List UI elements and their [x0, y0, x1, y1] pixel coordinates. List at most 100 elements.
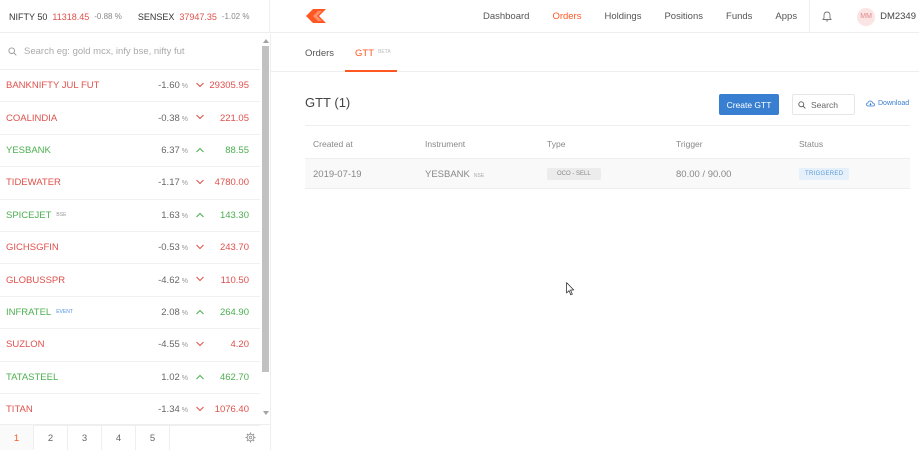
- scroll-thumb[interactable]: [262, 46, 269, 372]
- avatar[interactable]: MM: [857, 7, 876, 26]
- search-icon: [8, 47, 17, 56]
- chevron-down-icon: [196, 179, 204, 185]
- watchlist-item[interactable]: TIDEWATER -1.17% 4780.00: [0, 167, 260, 200]
- change-value: 1.63: [161, 209, 180, 221]
- change-value: -0.38: [158, 112, 180, 124]
- watchlist-item[interactable]: GICHSGFIN -0.53% 243.70: [0, 232, 260, 265]
- nav-positions[interactable]: Positions: [664, 11, 703, 22]
- symbol-label: TITAN: [6, 404, 33, 416]
- cell-created-at: 2019-07-19: [313, 169, 362, 180]
- watchlist-item[interactable]: COALINDIA -0.38% 221.05: [0, 102, 260, 135]
- watchlist-item[interactable]: INFRATEL EVENT 2.08% 264.90: [0, 297, 260, 330]
- marketwatch-sidebar: BANKNIFTY JUL FUT -1.60% 29305.95 COALINDIA…: [0, 34, 271, 450]
- watchlist-page-5[interactable]: 5: [136, 425, 170, 450]
- watchlist-symbol: INFRATEL EVENT: [6, 307, 73, 318]
- column-header-trigger[interactable]: Trigger: [676, 139, 703, 149]
- watchlist-item[interactable]: TITAN -1.34% 1076.40: [0, 394, 260, 427]
- gtt-search-input[interactable]: [811, 99, 851, 110]
- chevron-down-icon: [196, 276, 204, 282]
- watchlist-symbol: TITAN: [6, 404, 33, 415]
- last-price: 264.90: [219, 306, 249, 318]
- bell-icon[interactable]: [822, 11, 834, 23]
- chevron-down-icon: [196, 115, 204, 120]
- nav-dashboard[interactable]: Dashboard: [483, 11, 529, 22]
- column-header-type[interactable]: Type: [547, 139, 565, 149]
- watchlist-symbol: TATASTEEL: [6, 372, 58, 383]
- column-header-instrument[interactable]: Instrument: [425, 139, 465, 149]
- watchlist-symbol: SPICEJET BSE: [6, 210, 66, 221]
- index-nifty50[interactable]: NIFTY 50 11318.45 -0.88 %: [9, 12, 122, 22]
- download-link[interactable]: Download: [866, 100, 909, 107]
- percent-unit: %: [181, 180, 188, 188]
- search-input[interactable]: [24, 46, 244, 57]
- event-tag: EVENT: [56, 309, 73, 316]
- watchlist-item[interactable]: GLOBUSSPR -4.62% 110.50: [0, 264, 260, 297]
- symbol-label: COALINDIA: [6, 112, 58, 124]
- watchlist-item[interactable]: YESBANK 6.37% 88.55: [0, 135, 260, 168]
- nav-orders[interactable]: Orders: [552, 11, 581, 22]
- index-change: -0.88 %: [94, 12, 122, 21]
- main-nav: Dashboard Orders Holdings Positions Fund…: [483, 0, 919, 33]
- create-gtt-button[interactable]: Create GTT: [719, 94, 779, 115]
- change-value: -4.62: [158, 274, 180, 286]
- watchlist-item[interactable]: SPICEJET BSE 1.63% 143.30: [0, 200, 260, 232]
- nav-funds[interactable]: Funds: [726, 11, 752, 22]
- change-value: -4.55: [158, 339, 180, 351]
- exchange-tag: BSE: [56, 212, 67, 219]
- percent-unit: %: [181, 83, 188, 91]
- chevron-up-icon: [196, 374, 204, 379]
- symbol-label: INFRATEL: [6, 306, 52, 318]
- watchlist-page-2[interactable]: 2: [34, 425, 68, 450]
- watchlist-item[interactable]: SUZLON -4.55% 4.20: [0, 329, 260, 362]
- last-price: 4780.00: [214, 177, 249, 189]
- percent-unit: %: [181, 212, 188, 220]
- symbol-label: GLOBUSSPR: [6, 274, 66, 286]
- scroll-down-icon[interactable]: [263, 411, 269, 415]
- last-price: 88.55: [225, 144, 249, 156]
- gtt-table: Created at Instrument Type Trigger Statu…: [305, 125, 910, 189]
- scroll-up-icon[interactable]: [263, 39, 269, 43]
- table-row[interactable]: 2019-07-19 YESBANK NSE OCO - SELL 80.00 /…: [305, 159, 910, 189]
- table-header: Created at Instrument Type Trigger Statu…: [305, 125, 910, 159]
- column-header-status[interactable]: Status: [799, 139, 823, 149]
- nav-divider: [809, 0, 811, 33]
- tab-orders[interactable]: Orders: [305, 48, 334, 59]
- tab-gtt[interactable]: GTT BETA: [355, 48, 391, 59]
- change-percent: 6.37%: [161, 145, 188, 156]
- gear-icon[interactable]: [245, 432, 256, 443]
- change-percent: -1.34%: [158, 404, 188, 415]
- kite-logo-icon[interactable]: [306, 9, 326, 23]
- change-percent: 1.63%: [161, 210, 188, 221]
- watchlist-symbol: TIDEWATER: [6, 177, 61, 188]
- index-sensex[interactable]: SENSEX 37947.35 -1.02 %: [138, 12, 250, 22]
- last-price: 1076.40: [214, 404, 249, 416]
- index-value: 11318.45: [52, 11, 90, 22]
- cell-type: OCO - SELL: [547, 168, 601, 182]
- watchlist-page-3[interactable]: 3: [68, 425, 102, 450]
- user-id[interactable]: DM2349: [880, 11, 916, 22]
- cell-status: TRIGGERED: [799, 168, 850, 182]
- chevron-down-icon: [196, 244, 204, 250]
- kite-app: NIFTY 50 11318.45 -0.88 % SENSEX 37947.3…: [0, 0, 919, 450]
- percent-unit: %: [181, 115, 188, 123]
- chevron-up-icon: [196, 212, 204, 217]
- last-price: 243.70: [219, 242, 249, 254]
- watchlist-page-1[interactable]: 1: [0, 425, 34, 450]
- change-percent: -4.62%: [158, 275, 188, 286]
- watchlist-item[interactable]: BANKNIFTY JUL FUT -1.60% 29305.95: [0, 70, 260, 103]
- watchlist-page-4[interactable]: 4: [102, 425, 136, 450]
- page-title: GTT (1): [305, 95, 351, 110]
- column-header-created-at[interactable]: Created at: [313, 139, 353, 149]
- download-label: Download: [878, 100, 910, 107]
- last-price: 110.50: [220, 274, 249, 286]
- watchlist-scrollbar[interactable]: [261, 39, 270, 415]
- last-price: 143.30: [219, 209, 249, 221]
- change-percent: -0.38%: [158, 113, 188, 124]
- nav-apps[interactable]: Apps: [775, 11, 797, 22]
- watchlist-symbol: GLOBUSSPR: [6, 275, 65, 286]
- chevron-up-icon: [196, 147, 204, 153]
- nav-holdings[interactable]: Holdings: [604, 11, 641, 22]
- orders-tabs: Orders GTT BETA: [271, 34, 919, 72]
- watchlist-item[interactable]: TATASTEEL 1.02% 462.70: [0, 362, 260, 394]
- watchlist-symbol: YESBANK: [6, 145, 51, 156]
